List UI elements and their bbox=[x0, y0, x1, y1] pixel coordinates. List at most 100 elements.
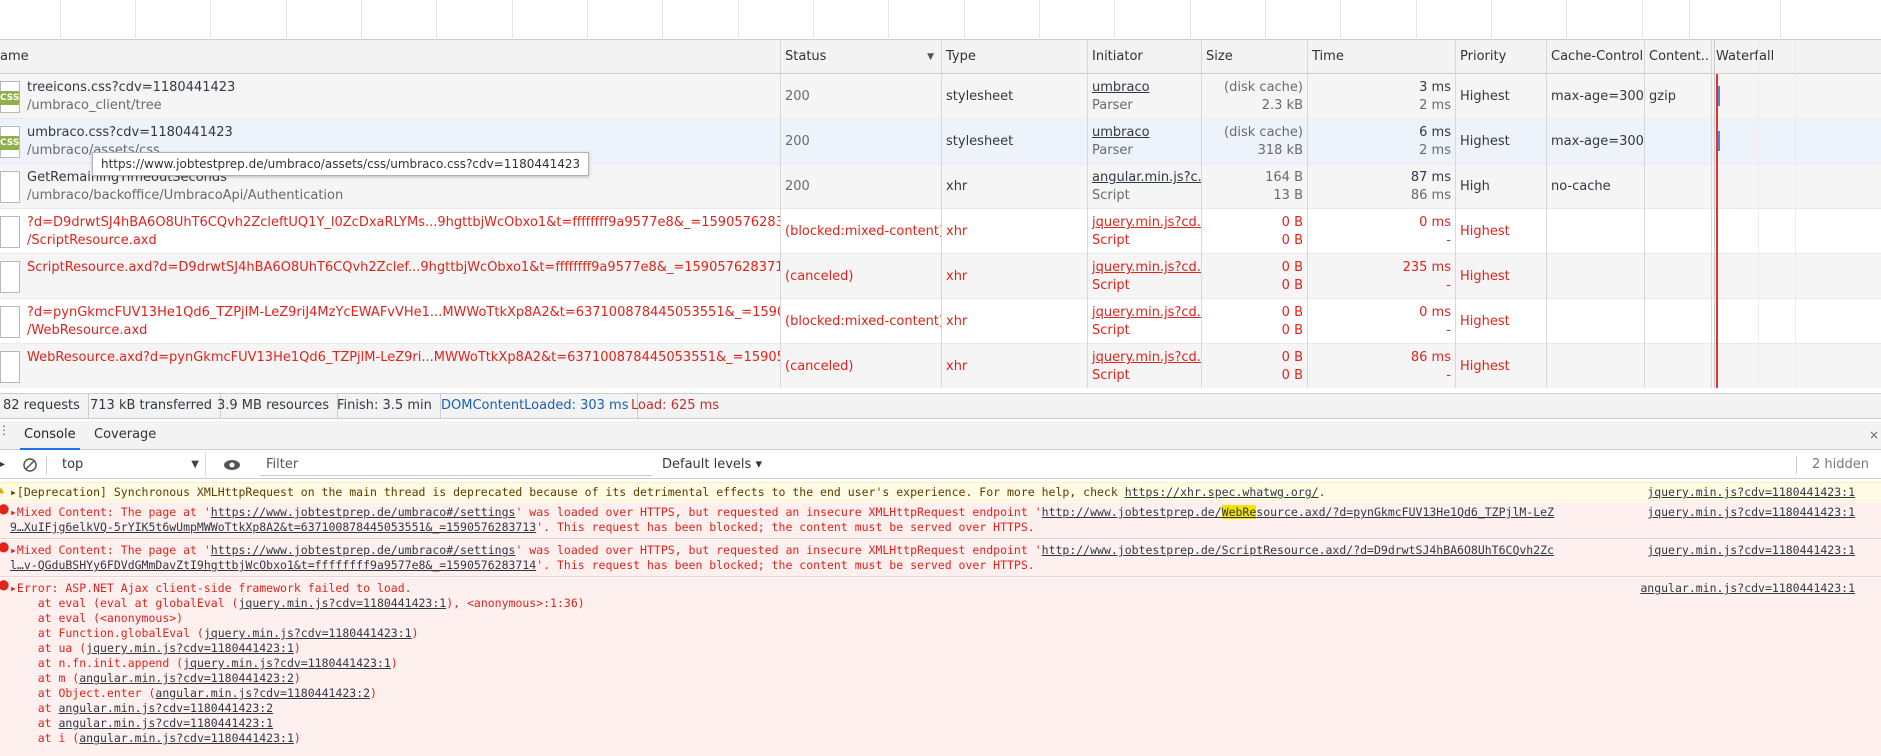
column-header-waterfall[interactable]: Waterfall bbox=[1711, 40, 1881, 74]
content-encoding-cell bbox=[1644, 164, 1711, 209]
message-source-link[interactable]: angular.min.js?cdv=1180441423:1 bbox=[1640, 581, 1855, 596]
network-overview[interactable] bbox=[0, 0, 1881, 40]
column-header-initiator[interactable]: Initiator bbox=[1087, 40, 1200, 74]
message-source-link[interactable]: jquery.min.js?cdv=1180441423:1 bbox=[1647, 505, 1855, 520]
console-error-message[interactable]: ⬤ ▸Error: ASP.NET Ajax client-side frame… bbox=[0, 578, 1881, 756]
time-cell: 6 ms 2 ms bbox=[1307, 119, 1455, 164]
stack-frame-link[interactable]: jquery.min.js?cdv=1180441423:1 bbox=[183, 656, 391, 670]
overview-gridline bbox=[1190, 0, 1191, 40]
initiator-link[interactable]: umbraco bbox=[1092, 79, 1196, 97]
error-icon: ⬤ bbox=[0, 542, 9, 553]
message-link[interactable]: 9…XuIFjg6elkVQ-5rYIK5t6wUmpMWWoTtkXp8A2&… bbox=[10, 520, 536, 534]
message-link[interactable]: l…v-QGduBSHYy6FDVdGMmDavZtI9hgttbjWcObxo… bbox=[10, 558, 536, 572]
console-warning-message[interactable]: ▲ ▸[Deprecation] Synchronous XMLHttpRequ… bbox=[0, 482, 1881, 501]
resource-size: 0 B bbox=[1281, 233, 1303, 248]
stack-frame: at ua (jquery.min.js?cdv=1180441423:1) bbox=[10, 641, 301, 656]
column-header-time[interactable]: Time bbox=[1307, 40, 1454, 74]
initiator-link[interactable]: umbraco bbox=[1092, 124, 1196, 142]
initiator-link[interactable]: jquery.min.js?cd... bbox=[1092, 214, 1201, 232]
name-cell[interactable]: ScriptResource.axd?d=D9drwtSJ4hBA6O8UhT6… bbox=[0, 254, 780, 299]
name-cell[interactable]: WebResource.axd?d=pynGkmcFUV13He1Qd6_TZP… bbox=[0, 344, 780, 388]
time-value: 0 ms bbox=[1419, 215, 1451, 230]
chevron-down-icon: ▼ bbox=[191, 459, 199, 470]
console-error-message[interactable]: ⬤ ▸Mixed Content: The page at 'https://w… bbox=[0, 540, 1881, 577]
time-cell: 3 ms 2 ms bbox=[1307, 74, 1455, 119]
request-name[interactable]: umbraco.css?cdv=1180441423 bbox=[27, 124, 775, 142]
priority-cell: Highest bbox=[1460, 359, 1510, 374]
message-source-link[interactable]: jquery.min.js?cdv=1180441423:1 bbox=[1647, 485, 1855, 500]
stack-frame-text: at eval (eval at globalEval ( bbox=[10, 596, 239, 610]
column-header-name[interactable]: ame bbox=[0, 40, 780, 74]
request-path: /ScriptResource.axd bbox=[27, 233, 157, 248]
tab-console[interactable]: Console bbox=[20, 421, 80, 450]
initiator-cell: angular.min.js?c... Script bbox=[1087, 164, 1201, 209]
cache-control-cell bbox=[1546, 299, 1644, 344]
stack-frame-link[interactable]: angular.min.js?cdv=1180441423:2 bbox=[58, 701, 273, 715]
name-cell[interactable]: ?d=D9drwtSJ4hBA6O8UhT6CQvh2ZcleftUQ1Y_l0… bbox=[0, 209, 780, 254]
name-cell[interactable]: ?d=pynGkmcFUV13He1Qd6_TZPjlM-LeZ9riJ4MzY… bbox=[0, 299, 780, 344]
console-filter-input[interactable] bbox=[260, 454, 652, 476]
stack-frame-text: at n.fn.init.append ( bbox=[10, 656, 184, 670]
message-link[interactable]: http://www.jobtestprep.de/ScriptResource… bbox=[1042, 543, 1554, 557]
message-link[interactable]: https://www.jobtestprep.de/umbraco#/sett… bbox=[211, 505, 516, 519]
stack-frame-link[interactable]: jquery.min.js?cdv=1180441423:1 bbox=[204, 626, 412, 640]
request-name[interactable]: ScriptResource.axd?d=D9drwtSJ4hBA6O8UhT6… bbox=[27, 259, 780, 277]
size-cell: (disk cache) 318 kB bbox=[1201, 119, 1307, 164]
request-name[interactable]: treeicons.css?cdv=1180441423 bbox=[27, 79, 775, 97]
more-tools-icon[interactable]: ⋮ bbox=[0, 424, 10, 436]
initiator-link[interactable]: jquery.min.js?cd... bbox=[1092, 304, 1201, 322]
stack-frame-link[interactable]: angular.min.js?cdv=1180441423:1 bbox=[79, 731, 294, 745]
overview-gridline bbox=[1039, 0, 1040, 40]
live-expression-eye-icon[interactable] bbox=[222, 451, 246, 479]
request-path: /umbraco/backoffice/UmbracoApi/Authentic… bbox=[27, 188, 344, 203]
stack-frame-link[interactable]: angular.min.js?cdv=1180441423:1 bbox=[58, 716, 273, 730]
console-error-message[interactable]: ⬤ ▸Mixed Content: The page at 'https://w… bbox=[0, 502, 1881, 539]
stack-frame-link[interactable]: jquery.min.js?cdv=1180441423:1 bbox=[238, 596, 446, 610]
stack-frame-text: at i ( bbox=[10, 731, 80, 745]
resource-size: 0 B bbox=[1281, 368, 1303, 383]
column-header-priority[interactable]: Priority bbox=[1455, 40, 1545, 74]
status-cell: 200 bbox=[785, 89, 810, 104]
network-request-table[interactable]: ame Status ▼ Type Initiator Size Time Pri… bbox=[0, 40, 1881, 388]
sidebar-toggle-icon[interactable]: ▸ bbox=[0, 451, 10, 479]
stack-frame: at i (angular.min.js?cdv=1180441423:1) bbox=[10, 731, 301, 746]
column-header-content-encoding[interactable]: Content... bbox=[1644, 40, 1710, 74]
css-badge: CSS bbox=[0, 91, 20, 105]
context-select[interactable]: top ▼ bbox=[56, 451, 206, 479]
name-cell[interactable]: CSS treeicons.css?cdv=1180441423/umbraco_… bbox=[0, 74, 780, 119]
stack-frame-text: at bbox=[10, 716, 59, 730]
initiator-link[interactable]: jquery.min.js?cd... bbox=[1092, 349, 1201, 367]
close-drawer-icon[interactable]: × bbox=[1869, 421, 1879, 449]
message-text: ▸Mixed Content: The page at 'https://www… bbox=[10, 543, 1554, 558]
message-text: 9…XuIFjg6elkVQ-5rYIK5t6wUmpMWWoTtkXp8A2&… bbox=[10, 520, 1035, 535]
log-levels-dropdown[interactable]: Default levels ▾ bbox=[662, 451, 762, 479]
overview-gridline bbox=[888, 0, 889, 40]
column-header-size[interactable]: Size bbox=[1201, 40, 1306, 74]
stack-frame-text: at Object.enter ( bbox=[10, 686, 156, 700]
message-link[interactable]: http://www.jobtestprep.de/WebResource.ax… bbox=[1042, 505, 1554, 519]
type-cell: xhr bbox=[946, 314, 968, 329]
message-link[interactable]: https://xhr.spec.whatwg.org/ bbox=[1125, 485, 1319, 499]
stack-frame-link[interactable]: jquery.min.js?cdv=1180441423:1 bbox=[86, 641, 294, 655]
initiator-link[interactable]: angular.min.js?c... bbox=[1092, 169, 1201, 187]
stack-frame-link[interactable]: angular.min.js?cdv=1180441423:2 bbox=[155, 686, 370, 700]
request-name[interactable]: WebResource.axd?d=pynGkmcFUV13He1Qd6_TZP… bbox=[27, 349, 780, 367]
css-badge: CSS bbox=[0, 136, 20, 150]
message-link[interactable]: https://www.jobtestprep.de/umbraco#/sett… bbox=[211, 543, 516, 557]
overview-gridline bbox=[1642, 0, 1643, 40]
toolbar-separator bbox=[46, 456, 47, 474]
column-header-status[interactable]: Status ▼ bbox=[780, 40, 940, 74]
column-header-type[interactable]: Type bbox=[941, 40, 1086, 74]
request-name[interactable]: ?d=pynGkmcFUV13He1Qd6_TZPjlM-LeZ9riJ4MzY… bbox=[27, 304, 780, 322]
column-header-cache-control[interactable]: Cache-Control bbox=[1546, 40, 1643, 74]
message-source-link[interactable]: jquery.min.js?cdv=1180441423:1 bbox=[1647, 543, 1855, 558]
console-toolbar: ▸ top ▼ Default levels ▾ 2 hidden bbox=[0, 451, 1881, 479]
status-cell: (blocked:mixed-content) bbox=[785, 314, 941, 329]
initiator-link[interactable]: jquery.min.js?cd... bbox=[1092, 259, 1201, 277]
size-value: (disk cache) bbox=[1224, 80, 1303, 95]
stack-frame-link[interactable]: angular.min.js?cdv=1180441423:2 bbox=[79, 671, 294, 685]
clear-console-icon[interactable] bbox=[22, 451, 40, 479]
request-name[interactable]: ?d=D9drwtSJ4hBA6O8UhT6CQvh2ZcleftUQ1Y_l0… bbox=[27, 214, 780, 232]
tab-coverage[interactable]: Coverage bbox=[90, 421, 160, 450]
stack-frame-text: at bbox=[10, 701, 59, 715]
